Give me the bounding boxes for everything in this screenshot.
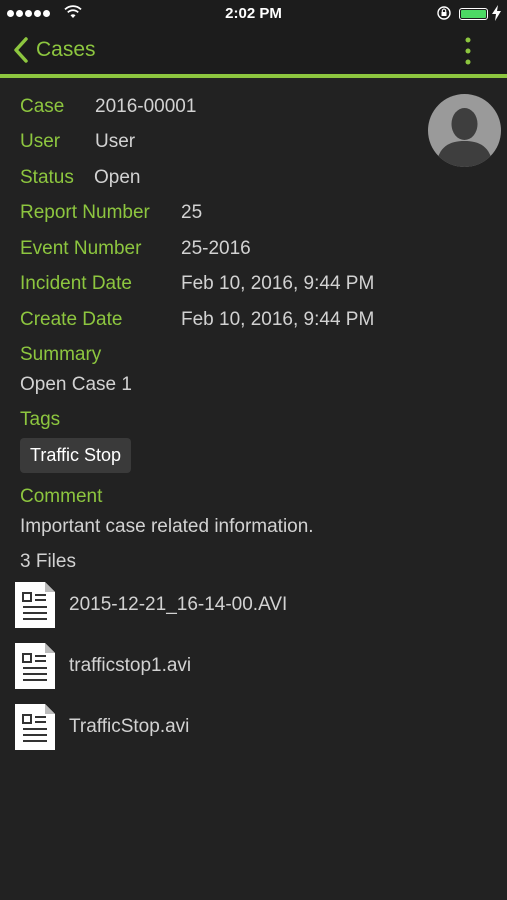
file-name: TrafficStop.avi — [69, 716, 190, 737]
case-label: Case — [20, 96, 65, 117]
incident-date-label: Incident Date — [20, 273, 132, 294]
file-item[interactable]: trafficstop1.avi — [15, 643, 485, 689]
tag-chip[interactable]: Traffic Stop — [20, 438, 132, 473]
battery-icon — [459, 8, 488, 20]
summary-label: Summary — [20, 344, 102, 365]
avatar[interactable] — [428, 94, 501, 167]
comment-value: Important case related information. — [20, 516, 314, 537]
user-value: User — [95, 131, 136, 152]
status-bar: 2:02 PM — [0, 0, 507, 28]
status-value: Open — [94, 167, 141, 188]
incident-date-value: Feb 10, 2016, 9:44 PM — [181, 273, 375, 294]
rotation-lock-icon — [437, 6, 451, 20]
charging-icon — [492, 5, 501, 21]
nav-accent-divider — [0, 74, 507, 78]
report-number-row: Report Number 25 — [20, 199, 202, 227]
summary-heading: Summary — [20, 341, 101, 369]
back-button[interactable]: Cases — [12, 36, 96, 64]
more-vertical-icon[interactable] — [458, 36, 478, 66]
files-count-label: 3 Files — [20, 551, 76, 572]
user-label: User — [20, 131, 61, 152]
avatar-placeholder-icon — [436, 108, 493, 167]
status-label: Status — [20, 167, 74, 188]
file-icon — [15, 582, 55, 628]
tags-label: Tags — [20, 409, 61, 430]
file-icon — [15, 704, 55, 750]
file-item[interactable]: TrafficStop.avi — [15, 704, 485, 750]
status-time: 2:02 PM — [225, 5, 282, 22]
case-row: Case 2016-00001 — [20, 93, 196, 121]
summary-value: Open Case 1 — [20, 374, 132, 395]
report-number-label: Report Number — [20, 202, 150, 223]
event-number-value: 25-2016 — [181, 238, 251, 259]
comment-label: Comment — [20, 486, 103, 507]
incident-date-row: Incident Date Feb 10, 2016, 9:44 PM — [20, 270, 374, 298]
summary-row: Open Case 1 — [20, 371, 132, 399]
chevron-left-icon — [14, 37, 28, 63]
navigation-bar: Cases — [0, 28, 507, 74]
comment-heading: Comment — [20, 483, 102, 511]
file-item[interactable]: 2015-12-21_16-14-00.AVI — [15, 582, 485, 628]
file-name: 2015-12-21_16-14-00.AVI — [69, 594, 288, 615]
status-row: Status Open — [20, 164, 140, 192]
user-row: User User — [20, 128, 135, 156]
case-value: 2016-00001 — [95, 96, 197, 117]
create-date-label: Create Date — [20, 309, 123, 330]
event-number-row: Event Number 25-2016 — [20, 235, 251, 263]
create-date-row: Create Date Feb 10, 2016, 9:44 PM — [20, 306, 374, 334]
create-date-value: Feb 10, 2016, 9:44 PM — [181, 309, 375, 330]
comment-row: Important case related information. — [20, 513, 314, 541]
file-name: trafficstop1.avi — [69, 655, 192, 676]
files-count-heading: 3 Files — [20, 548, 76, 576]
event-number-label: Event Number — [20, 238, 142, 259]
file-icon — [15, 643, 55, 689]
report-number-value: 25 — [181, 202, 203, 223]
tags-heading: Tags — [20, 406, 60, 434]
back-button-label: Cases — [36, 38, 96, 61]
